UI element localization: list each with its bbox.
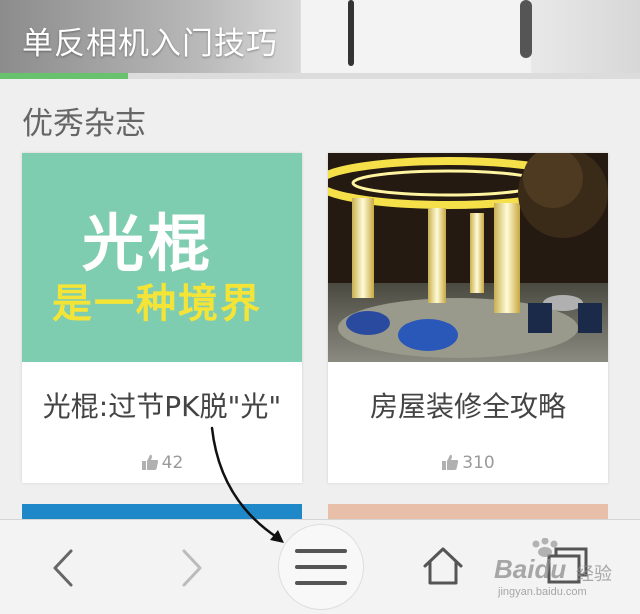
home-button[interactable] xyxy=(402,520,482,614)
room-photo xyxy=(328,153,608,362)
forward-icon xyxy=(182,549,202,587)
card-title: 光棍:过节PK脱"光" xyxy=(42,390,282,423)
thumbnail-subline: 是一种境界 xyxy=(52,281,262,327)
magazine-card[interactable]: 房屋装修全攻略 310 xyxy=(328,153,608,483)
likes-value: 42 xyxy=(161,453,184,473)
thumbs-up-icon xyxy=(141,454,158,470)
back-button[interactable] xyxy=(25,520,105,614)
thumbnail-headline: 光棍 xyxy=(82,207,215,280)
watermark-cn: 经验 xyxy=(576,564,612,585)
banner-photo-detail xyxy=(520,0,532,58)
likes-count: 310 xyxy=(328,453,608,473)
thumbs-up-icon xyxy=(442,454,459,470)
banner-photo xyxy=(300,0,531,76)
watermark-url: jingyan.baidu.com xyxy=(498,586,587,598)
banner-photo-detail xyxy=(348,0,354,66)
annotation-arrow xyxy=(210,426,284,543)
top-banner[interactable]: 单反相机入门技巧 xyxy=(0,0,640,76)
menu-icon xyxy=(295,549,347,585)
card-title: 房屋装修全攻略 xyxy=(369,390,566,423)
watermark: Baidu 经验 jingyan.baidu.com xyxy=(484,538,634,600)
home-icon xyxy=(423,547,463,585)
banner-progress-fill xyxy=(0,73,128,79)
back-icon xyxy=(53,549,73,587)
card-thumbnail xyxy=(328,153,608,362)
card-thumbnail: 光棍 是一种境界 xyxy=(22,153,302,362)
banner-title: 单反相机入门技巧 xyxy=(22,26,278,62)
watermark-brand: Baidu xyxy=(494,554,567,584)
likes-value: 310 xyxy=(462,453,495,473)
section-title: 优秀杂志 xyxy=(22,106,146,142)
